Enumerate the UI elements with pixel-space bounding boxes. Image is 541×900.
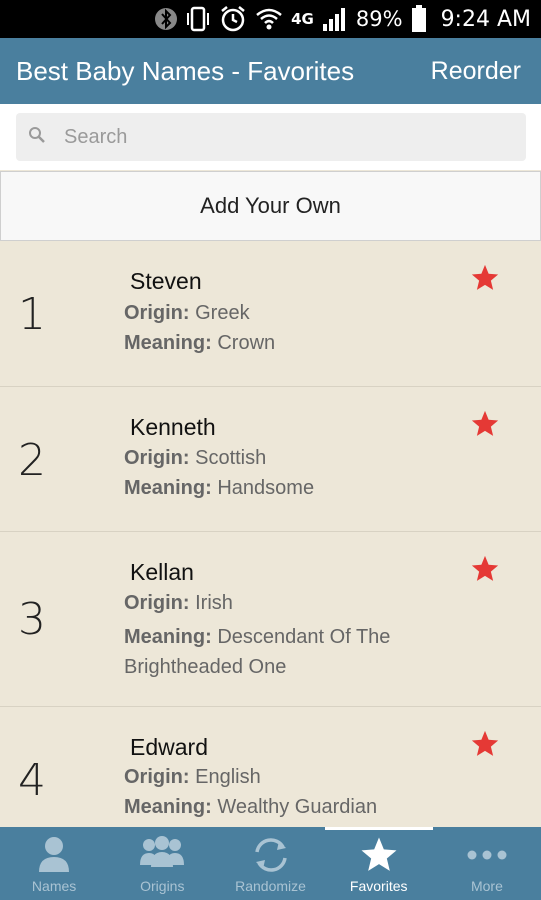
reorder-button[interactable]: Reorder: [431, 57, 521, 86]
meaning-line: Meaning: Crown: [124, 332, 275, 355]
meaning-line: Meaning: Handsome: [124, 477, 314, 500]
clock: 9:24 AM: [440, 6, 531, 32]
origin-label: Origin:: [124, 447, 190, 469]
nav-label: More: [470, 878, 503, 894]
baby-name: Edward: [130, 734, 208, 760]
search-box[interactable]: [16, 113, 526, 161]
baby-name: Steven: [130, 268, 202, 294]
search-icon: [28, 126, 46, 149]
meaning-line: Meaning: Wealthy Guardian: [124, 796, 377, 819]
page-title: Best Baby Names - Favorites: [16, 55, 355, 86]
star-icon: [358, 835, 400, 880]
favorite-star-icon[interactable]: [470, 409, 500, 439]
group-icon: [140, 835, 185, 874]
meaning-value: Handsome: [217, 477, 315, 499]
wifi-icon: [255, 6, 283, 32]
rank-number: 2: [18, 435, 46, 486]
person-icon: [36, 835, 72, 878]
signal-icon: [322, 6, 348, 32]
origin-line: Origin: Irish: [124, 592, 233, 615]
nav-origins[interactable]: Origins: [108, 827, 216, 900]
add-your-own-button[interactable]: Add Your Own: [0, 171, 541, 241]
origin-label: Origin:: [124, 302, 190, 324]
baby-name: Kenneth: [130, 414, 216, 440]
meaning-label: Meaning:: [124, 477, 212, 499]
meaning-label: Meaning:: [124, 332, 212, 354]
status-bar: 4G 89% 9:24 AM: [0, 0, 541, 38]
more-dots-icon: [467, 847, 507, 865]
favorite-star-icon[interactable]: [470, 263, 500, 293]
search-input[interactable]: [64, 125, 494, 149]
bottom-nav: Names Origins Randomize Favorites More: [0, 827, 541, 900]
nav-more[interactable]: More: [433, 827, 541, 900]
nav-names[interactable]: Names: [0, 827, 108, 900]
baby-name: Kellan: [130, 559, 194, 585]
origin-value: Irish: [195, 592, 233, 614]
favorites-list: 1 Steven Origin: Greek Meaning: Crown 2 …: [0, 241, 541, 827]
battery-icon: [411, 5, 427, 32]
nav-label: Randomize: [235, 878, 306, 894]
meaning-value: Crown: [217, 332, 276, 354]
refresh-icon: [249, 835, 293, 880]
search-bar: [0, 104, 541, 170]
origin-value: Greek: [195, 302, 250, 324]
list-item[interactable]: 4 Edward Origin: English Meaning: Wealth…: [0, 707, 541, 827]
list-item[interactable]: 1 Steven Origin: Greek Meaning: Crown: [0, 241, 541, 387]
nav-label: Origins: [140, 878, 185, 894]
origin-line: Origin: English: [124, 766, 261, 789]
meaning-label: Meaning:: [124, 626, 212, 648]
origin-label: Origin:: [124, 766, 190, 788]
origin-label: Origin:: [124, 592, 190, 614]
bluetooth-icon: [155, 6, 178, 32]
nav-randomize[interactable]: Randomize: [216, 827, 324, 900]
list-item[interactable]: 3 Kellan Origin: Irish Meaning: Descenda…: [0, 532, 541, 707]
favorite-star-icon[interactable]: [470, 554, 500, 584]
meaning-line: Meaning: Descendant Of The Brightheaded …: [124, 622, 424, 682]
favorite-star-icon[interactable]: [470, 729, 500, 759]
alarm-icon: [219, 6, 247, 32]
origin-line: Origin: Scottish: [124, 447, 266, 470]
nav-favorites[interactable]: Favorites: [324, 827, 434, 900]
rank-number: 3: [18, 594, 46, 645]
network-type-icon: 4G: [291, 10, 314, 28]
list-item[interactable]: 2 Kenneth Origin: Scottish Meaning: Hand…: [0, 387, 541, 532]
rank-number: 4: [18, 755, 46, 806]
meaning-value: Wealthy Guardian: [217, 796, 378, 818]
origin-value: English: [195, 766, 261, 788]
vibrate-icon: [185, 6, 211, 32]
battery-percent: 89%: [355, 7, 403, 31]
app-bar: Best Baby Names - Favorites Reorder: [0, 38, 541, 104]
rank-number: 1: [18, 289, 46, 340]
origin-value: Scottish: [195, 447, 267, 469]
meaning-label: Meaning:: [124, 796, 212, 818]
origin-line: Origin: Greek: [124, 302, 250, 325]
nav-label: Favorites: [349, 878, 408, 894]
nav-label: Names: [31, 878, 77, 894]
